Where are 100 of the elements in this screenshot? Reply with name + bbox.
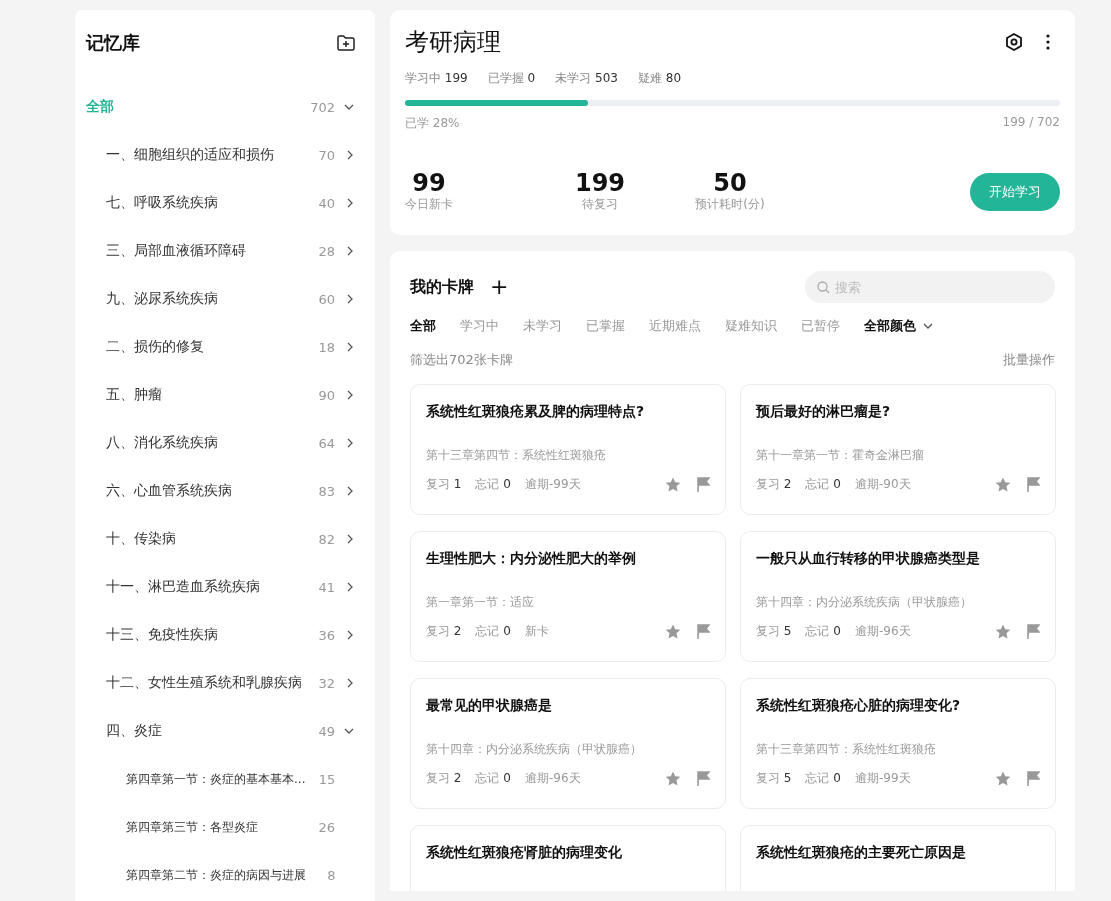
color-filter-dropdown[interactable]: 全部颜色 xyxy=(864,317,934,335)
flashcard[interactable]: 一般只从血行转移的甲状腺癌类型是 第十四章：内分泌系统疾病（甲状腺癌） 复习 5 忘记 0 逾期-96天 xyxy=(740,531,1056,662)
flashcard[interactable]: 系统性红斑狼疮累及脾的病理特点? 第十三章第四节：系统性红斑狼疮 复习 1 忘记 0 逾期-99天 xyxy=(410,384,726,515)
chevron-right-icon[interactable] xyxy=(345,294,355,304)
add-card-button[interactable]: + xyxy=(490,276,509,298)
star-icon[interactable] xyxy=(665,477,681,492)
flashcard[interactable]: 系统性红斑狼疮心脏的病理变化? 第十三章第四节：系统性红斑狼疮 复习 5 忘记 0 逾期-99天 xyxy=(740,678,1056,809)
tree-item[interactable]: 六、心血管系统疾病 83 xyxy=(86,467,355,515)
deck-title: 考研病理 xyxy=(405,27,501,58)
summary-value: 50 xyxy=(713,170,747,196)
card-chapter: 第十三章第四节：系统性红斑狼疮 xyxy=(426,447,607,464)
card-stat: 忘记 0 xyxy=(475,770,511,787)
flag-icon[interactable] xyxy=(1027,624,1040,639)
flashcard[interactable]: 生理性肥大：内分泌性肥大的举例 第一章第一节：适应 复习 2 忘记 0 新卡 xyxy=(410,531,726,662)
tree-item[interactable]: 五、肿瘤 90 xyxy=(86,371,355,419)
card-stat: 逾期-96天 xyxy=(854,623,911,640)
stat-text: 疑难 80 xyxy=(637,70,682,87)
card-chapter: 第十四章：内分泌系统疾病（甲状腺癌） xyxy=(426,741,643,758)
batch-action-link[interactable]: 批量操作 xyxy=(1003,351,1055,369)
flashcard[interactable]: 最常见的甲状腺癌是 第十四章：内分泌系统疾病（甲状腺癌） 复习 2 忘记 0 逾期-96天 xyxy=(410,678,726,809)
card-title: 预后最好的淋巴瘤是? xyxy=(756,403,892,421)
tree-item[interactable]: 十一、淋巴造血系统疾病 41 xyxy=(86,563,355,611)
tree-item[interactable]: 三、局部血液循环障碍 28 xyxy=(86,227,355,275)
card-stat: 复习 5 xyxy=(756,623,792,640)
chevron-right-icon[interactable] xyxy=(345,342,355,352)
card-chapter: 第十一章第一节：霍奇金淋巴瘤 xyxy=(756,447,925,464)
tree-item[interactable]: 第四章第一节：炎症的基本基本... 15 xyxy=(86,755,355,803)
flag-icon[interactable] xyxy=(697,771,710,786)
chevron-right-icon[interactable] xyxy=(345,198,355,208)
tree-item[interactable]: 九、泌尿系统疾病 60 xyxy=(86,275,355,323)
result-count: 筛选出702张卡牌 xyxy=(410,351,513,369)
chevron-right-icon[interactable] xyxy=(345,582,355,592)
card-stat: 忘记 0 xyxy=(805,770,841,787)
chevron-right-icon[interactable] xyxy=(345,534,355,544)
chevron-right-icon[interactable] xyxy=(345,486,355,496)
chevron-right-icon[interactable] xyxy=(345,438,355,448)
card-stat: 忘记 0 xyxy=(475,476,511,493)
flag-icon[interactable] xyxy=(697,477,710,492)
summary-label: 预计耗时(分) xyxy=(695,196,765,213)
card-stat: 复习 5 xyxy=(756,770,792,787)
card-title: 系统性红斑狼疮累及脾的病理特点? xyxy=(426,403,646,421)
filter-tab[interactable]: 全部 xyxy=(410,317,436,335)
star-icon[interactable] xyxy=(995,771,1011,786)
card-chapter: 第十四章：内分泌系统疾病（甲状腺癌） xyxy=(756,594,973,611)
tree-item[interactable]: 二、损伤的修复 18 xyxy=(86,323,355,371)
card-stat: 新卡 xyxy=(524,623,549,640)
tree-item[interactable]: 第四章第二节：炎症的病因与进展 8 xyxy=(86,851,355,899)
tree-item[interactable]: 七、呼吸系统疾病 40 xyxy=(86,179,355,227)
sidebar-title: 记忆库 xyxy=(86,31,140,55)
chevron-right-icon[interactable] xyxy=(345,390,355,400)
card-stat: 复习 2 xyxy=(426,770,462,787)
summary-value: 199 xyxy=(574,170,626,196)
card-stat: 逾期-99天 xyxy=(854,770,911,787)
tree-item[interactable]: 四、炎症 49 xyxy=(86,707,355,755)
flashcard[interactable]: 预后最好的淋巴瘤是? 第十一章第一节：霍奇金淋巴瘤 复习 2 忘记 0 逾期-90天 xyxy=(740,384,1056,515)
card-title: 系统性红斑狼疮肾脏的病理变化 xyxy=(426,844,623,862)
card-chapter: 第十三章第四节：系统性红斑狼疮 xyxy=(756,741,937,758)
chevron-right-icon[interactable] xyxy=(345,630,355,640)
flag-icon[interactable] xyxy=(697,624,710,639)
card-stat: 逾期-96天 xyxy=(524,770,581,787)
chevron-right-icon[interactable] xyxy=(345,150,355,160)
summary-value: 99 xyxy=(412,170,446,196)
add-folder-icon[interactable] xyxy=(337,35,355,51)
chevron-down-icon[interactable] xyxy=(343,726,355,736)
flashcard[interactable]: 系统性红斑狼疮肾脏的病理变化 xyxy=(410,825,726,891)
flashcard[interactable]: 系统性红斑狼疮的主要死亡原因是 xyxy=(740,825,1056,891)
chevron-down-icon xyxy=(922,321,934,331)
more-icon[interactable] xyxy=(1046,34,1050,50)
card-stat: 复习 2 xyxy=(426,623,462,640)
summary-label: 今日新卡 xyxy=(405,196,453,213)
stat-text: 未学习 503 xyxy=(555,70,618,87)
stat-text: 学习中 199 xyxy=(405,70,468,87)
card-stat: 忘记 0 xyxy=(475,623,511,640)
settings-icon[interactable] xyxy=(1004,32,1024,52)
flag-icon[interactable] xyxy=(1027,477,1040,492)
star-icon[interactable] xyxy=(665,624,681,639)
card-stat: 忘记 0 xyxy=(805,476,841,493)
chevron-right-icon[interactable] xyxy=(345,678,355,688)
flag-icon[interactable] xyxy=(1027,771,1040,786)
stat-text: 已学握 0 xyxy=(487,70,536,87)
tree-item[interactable]: 十三、免疫性疾病 36 xyxy=(86,611,355,659)
chevron-right-icon[interactable] xyxy=(345,246,355,256)
tree-item[interactable]: 第四章第三节：各型炎症 26 xyxy=(86,803,355,851)
tree-item[interactable]: 十、传染病 82 xyxy=(86,515,355,563)
summary-label: 待复习 xyxy=(582,196,618,213)
card-stat: 复习 2 xyxy=(756,476,792,493)
progress-caption: 已学 28% xyxy=(405,115,460,132)
card-stat: 复习 1 xyxy=(426,476,462,493)
star-icon[interactable] xyxy=(995,624,1011,639)
tree-item[interactable]: 十二、女性生殖系统和乳腺疾病 32 xyxy=(86,659,355,707)
progress-fraction: 199 / 702 xyxy=(1002,115,1060,131)
chevron-down-icon[interactable] xyxy=(343,102,355,112)
star-icon[interactable] xyxy=(665,771,681,786)
card-chapter: 第一章第一节：适应 xyxy=(426,594,535,611)
card-stat: 忘记 0 xyxy=(805,623,841,640)
tree-item[interactable]: 八、消化系统疾病 64 xyxy=(86,419,355,467)
card-title: 生理性肥大：内分泌性肥大的举例 xyxy=(426,550,637,568)
star-icon[interactable] xyxy=(995,477,1011,492)
search-icon xyxy=(817,281,830,294)
tree-item[interactable]: 一、细胞组织的适应和损伤 70 xyxy=(86,131,355,179)
